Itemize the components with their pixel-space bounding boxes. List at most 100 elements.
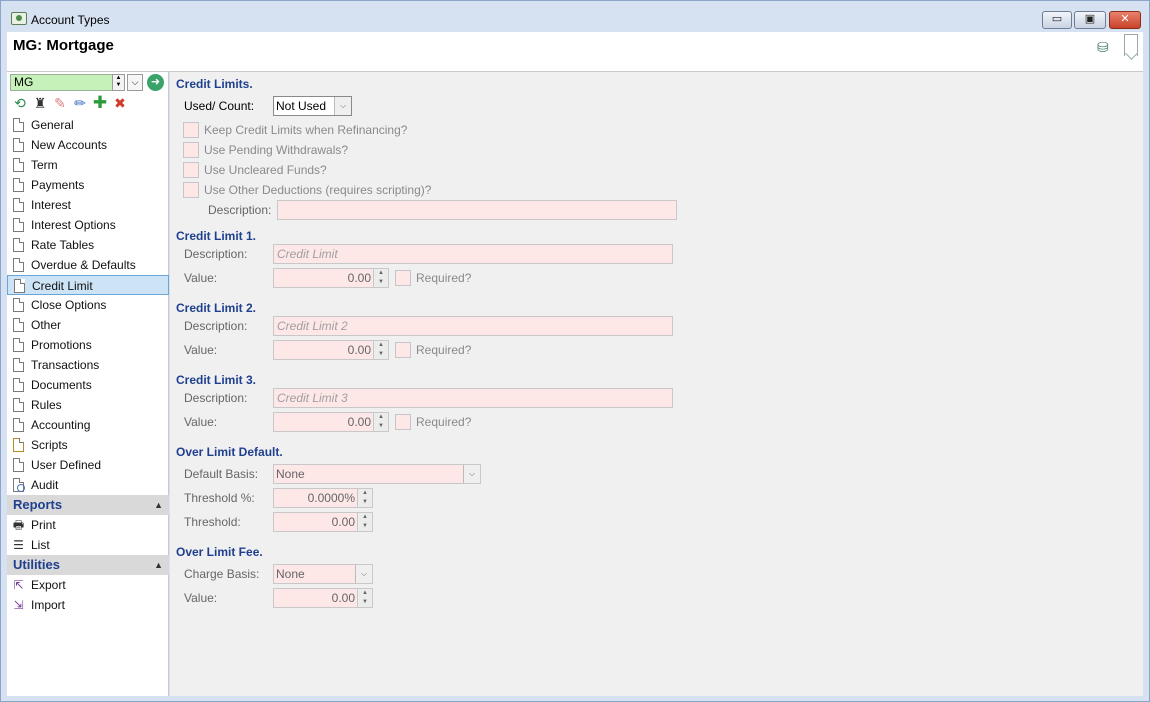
document-icon: [13, 258, 24, 272]
reports-item-list[interactable]: ☰ List: [7, 535, 169, 555]
limit1-description-label: Description:: [184, 247, 248, 261]
document-icon: [13, 418, 24, 432]
chevron-down-icon: ⌵: [334, 97, 351, 115]
code-spinner[interactable]: ▲ ▼: [112, 74, 125, 91]
utilities-item-import[interactable]: ⇲ Import: [7, 595, 169, 615]
document-icon: [13, 458, 24, 472]
sidebar-item-term[interactable]: Term: [7, 155, 169, 175]
sidebar-item-rules[interactable]: Rules: [7, 395, 169, 415]
threshold-input[interactable]: 0.00 ▲ ▼: [273, 512, 373, 532]
document-icon: [13, 178, 24, 192]
minimize-button[interactable]: ▭: [1042, 11, 1072, 29]
sidebar-item-interest[interactable]: Interest: [7, 195, 169, 215]
value-spinner[interactable]: ▲ ▼: [373, 269, 388, 287]
other-deductions-label: Use Other Deductions (requires scripting…: [204, 183, 432, 197]
sidebar-item-accounting[interactable]: Accounting: [7, 415, 169, 435]
uncleared-funds-label: Use Uncleared Funds?: [204, 163, 327, 177]
limit3-value-input[interactable]: 0.00 ▲ ▼: [273, 412, 389, 432]
sidebar-item-credit-limit[interactable]: Credit Limit: [7, 275, 169, 295]
sidebar-item-interest-options[interactable]: Interest Options: [7, 215, 169, 235]
limit2-required-checkbox[interactable]: [395, 342, 411, 358]
maximize-button[interactable]: ▣: [1074, 11, 1106, 29]
threshold-pct-input[interactable]: 0.0000% ▲ ▼: [273, 488, 373, 508]
sidebar-nav: General New Accounts Term Payments Inter…: [7, 115, 169, 615]
value-spinner[interactable]: ▲ ▼: [373, 413, 388, 431]
close-button[interactable]: ✕: [1109, 11, 1141, 29]
add-icon[interactable]: ✚: [91, 94, 109, 112]
history-icon[interactable]: ⟲: [11, 94, 29, 112]
value-spinner[interactable]: ▲ ▼: [357, 589, 372, 607]
history-money-icon[interactable]: ⛁: [1097, 39, 1109, 56]
sidebar-item-new-accounts[interactable]: New Accounts: [7, 135, 169, 155]
uncleared-funds-checkbox[interactable]: [183, 162, 199, 178]
delete-icon[interactable]: ✖: [111, 94, 129, 112]
utilities-section-header[interactable]: Utilities ▲: [7, 555, 169, 575]
value-spinner[interactable]: ▲ ▼: [373, 341, 388, 359]
limit2-value-label: Value:: [184, 343, 218, 357]
used-count-label: Used/ Count:: [184, 99, 255, 113]
reports-item-print[interactable]: 🖶 Print: [7, 515, 169, 535]
go-arrow-icon[interactable]: ➜: [147, 74, 164, 91]
record-header: MG: Mortgage ⛁: [7, 32, 1143, 72]
limit3-description-input[interactable]: Credit Limit 3: [273, 388, 673, 408]
pending-withdrawals-label: Use Pending Withdrawals?: [204, 143, 349, 157]
used-count-select[interactable]: Not Used ⌵: [273, 96, 352, 116]
chevron-down-icon: ⌵: [463, 465, 480, 483]
limit1-value-input[interactable]: 0.00 ▲ ▼: [273, 268, 389, 288]
sidebar-item-promotions[interactable]: Promotions: [7, 335, 169, 355]
code-dropdown-button[interactable]: ⌵: [127, 74, 143, 91]
limit1-description-input[interactable]: Credit Limit: [273, 244, 673, 264]
limit1-value-label: Value:: [184, 271, 218, 285]
sidebar: MG ▲ ▼ ⌵ ➜ ⟲ ♜ ✎ ✏ ✚ ✖ General New Accoun…: [7, 72, 169, 696]
edit-pencil-icon[interactable]: ✏: [71, 94, 89, 112]
sidebar-item-close-options[interactable]: Close Options: [7, 295, 169, 315]
sidebar-item-payments[interactable]: Payments: [7, 175, 169, 195]
eraser-icon[interactable]: ✎: [51, 94, 69, 112]
bookmark-icon[interactable]: [1124, 34, 1138, 56]
collapse-caret-icon[interactable]: ▲: [154, 495, 163, 515]
record-title: MG: Mortgage: [13, 37, 114, 54]
sidebar-item-overdue-defaults[interactable]: Overdue & Defaults: [7, 255, 169, 275]
limit1-required-checkbox[interactable]: [395, 270, 411, 286]
over-limit-default-heading: Over Limit Default.: [176, 445, 283, 459]
script-icon: [13, 438, 24, 452]
code-input[interactable]: MG: [10, 74, 117, 91]
value-spinner[interactable]: ▲ ▼: [357, 489, 372, 507]
limit2-description-label: Description:: [184, 319, 248, 333]
document-icon: [13, 298, 24, 312]
limit2-value-input[interactable]: 0.00 ▲ ▼: [273, 340, 389, 360]
sidebar-item-documents[interactable]: Documents: [7, 375, 169, 395]
collapse-caret-icon[interactable]: ▲: [154, 555, 163, 575]
sidebar-item-user-defined[interactable]: User Defined: [7, 455, 169, 475]
default-basis-select[interactable]: None ⌵: [273, 464, 481, 484]
pending-withdrawals-checkbox[interactable]: [183, 142, 199, 158]
credit-limits-description-input[interactable]: [277, 200, 677, 220]
threshold-label: Threshold:: [184, 515, 241, 529]
sidebar-item-audit[interactable]: Audit: [7, 475, 169, 495]
sidebar-item-other[interactable]: Other: [7, 315, 169, 335]
document-icon: [13, 118, 24, 132]
value-spinner[interactable]: ▲ ▼: [357, 513, 372, 531]
limit2-description-input[interactable]: Credit Limit 2: [273, 316, 673, 336]
document-icon: [13, 198, 24, 212]
charge-basis-select[interactable]: None ⌵: [273, 564, 373, 584]
fee-value-input[interactable]: 0.00 ▲ ▼: [273, 588, 373, 608]
limit3-value-label: Value:: [184, 415, 218, 429]
utilities-item-export[interactable]: ⇱ Export: [7, 575, 169, 595]
sidebar-item-transactions[interactable]: Transactions: [7, 355, 169, 375]
reports-section-header[interactable]: Reports ▲: [7, 495, 169, 515]
window-title: Account Types: [31, 13, 110, 27]
limit3-required-checkbox[interactable]: [395, 414, 411, 430]
document-icon: [13, 318, 24, 332]
binoculars-icon[interactable]: ♜: [31, 94, 49, 112]
keep-credit-limits-checkbox[interactable]: [183, 122, 199, 138]
chevron-down-icon: ⌵: [355, 565, 372, 583]
sidebar-item-rate-tables[interactable]: Rate Tables: [7, 235, 169, 255]
keep-credit-limits-label: Keep Credit Limits when Refinancing?: [204, 123, 408, 137]
document-icon: [13, 358, 24, 372]
window-bottom-border: [7, 696, 1143, 701]
fee-value-label: Value:: [184, 591, 218, 605]
other-deductions-checkbox[interactable]: [183, 182, 199, 198]
sidebar-item-scripts[interactable]: Scripts: [7, 435, 169, 455]
sidebar-item-general[interactable]: General: [7, 115, 169, 135]
